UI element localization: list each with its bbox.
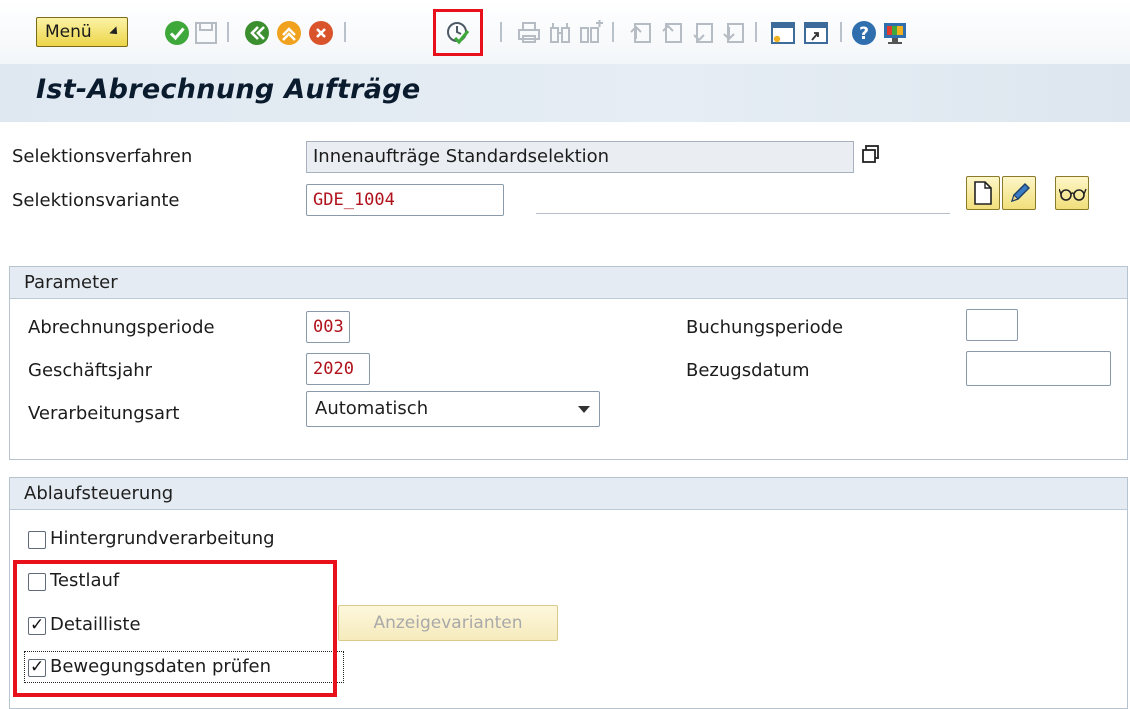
glasses-icon — [1059, 188, 1087, 201]
display-variant-button[interactable] — [1055, 176, 1089, 210]
help-icon[interactable]: ? — [851, 20, 877, 46]
processing-type-label: Verarbeitungsart — [28, 403, 180, 424]
next-page-icon[interactable] — [690, 20, 716, 46]
display-variants-button[interactable]: Anzeigevarianten — [338, 605, 558, 641]
save-icon[interactable] — [193, 20, 219, 46]
title-bar: Ist-Abrechnung Aufträge — [0, 64, 1130, 122]
posting-period-label: Buchungsperiode — [686, 317, 844, 338]
background-processing-checkbox[interactable] — [28, 531, 46, 549]
toolbar-separator — [840, 22, 842, 42]
application-toolbar: Menü ? — [0, 0, 1130, 64]
page-title: Ist-Abrechnung Aufträge — [36, 74, 421, 105]
processing-control-group-title: Ablaufsteuerung — [10, 478, 1127, 510]
previous-page-icon[interactable] — [659, 20, 685, 46]
parameter-group-title: Parameter — [10, 267, 1127, 299]
variant-description-line — [536, 213, 950, 214]
processing-type-select[interactable]: Automatisch — [306, 391, 600, 427]
first-page-icon[interactable] — [628, 20, 654, 46]
dropdown-arrow-icon — [578, 406, 590, 413]
toolbar-separator — [755, 22, 757, 42]
last-page-icon[interactable] — [721, 20, 747, 46]
selection-variant-label: Selektionsvariante — [12, 190, 180, 211]
selection-procedure-field: Innenaufträge Standardselektion — [306, 141, 854, 173]
checkbox-highlight — [13, 560, 337, 697]
toolbar-separator — [500, 22, 502, 42]
find-next-icon[interactable] — [578, 20, 604, 46]
back-icon[interactable] — [244, 20, 270, 46]
menu-button[interactable]: Menü — [36, 17, 128, 47]
new-document-icon — [974, 181, 992, 205]
reference-date-label: Bezugsdatum — [686, 360, 810, 381]
menu-label: Menü — [45, 22, 92, 42]
menu-dropdown-icon — [109, 26, 121, 38]
execute-highlight — [433, 9, 483, 56]
shortcut-icon[interactable] — [803, 20, 829, 46]
create-session-icon[interactable] — [770, 20, 796, 46]
toolbar-separator — [227, 22, 229, 42]
processing-type-value: Automatisch — [315, 398, 429, 419]
change-variant-button[interactable] — [1002, 176, 1036, 210]
background-processing-label: Hintergrundverarbeitung — [50, 528, 275, 549]
settlement-period-label: Abrechnungsperiode — [28, 317, 215, 338]
selection-procedure-label: Selektionsverfahren — [12, 146, 193, 167]
customize-layout-icon[interactable] — [882, 20, 908, 46]
posting-period-input[interactable] — [966, 309, 1018, 341]
svg-text:?: ? — [859, 24, 869, 44]
parameter-group: Parameter — [9, 266, 1128, 460]
find-icon[interactable] — [547, 20, 573, 46]
fiscal-year-input[interactable]: 2020 — [306, 353, 370, 385]
exit-icon[interactable] — [276, 20, 302, 46]
enter-icon[interactable] — [164, 20, 190, 46]
toolbar-separator — [612, 22, 614, 42]
fiscal-year-label: Geschäftsjahr — [28, 360, 153, 381]
print-icon[interactable] — [516, 20, 542, 46]
toolbar-separator — [344, 22, 346, 42]
selection-variant-input[interactable]: GDE_1004 — [306, 184, 504, 216]
multiple-selection-icon[interactable] — [860, 143, 882, 165]
create-variant-button[interactable] — [966, 176, 1000, 210]
cancel-icon[interactable] — [308, 20, 334, 46]
settlement-period-input[interactable]: 003 — [306, 311, 350, 343]
pencil-icon — [1010, 183, 1030, 203]
reference-date-input[interactable] — [966, 351, 1111, 386]
